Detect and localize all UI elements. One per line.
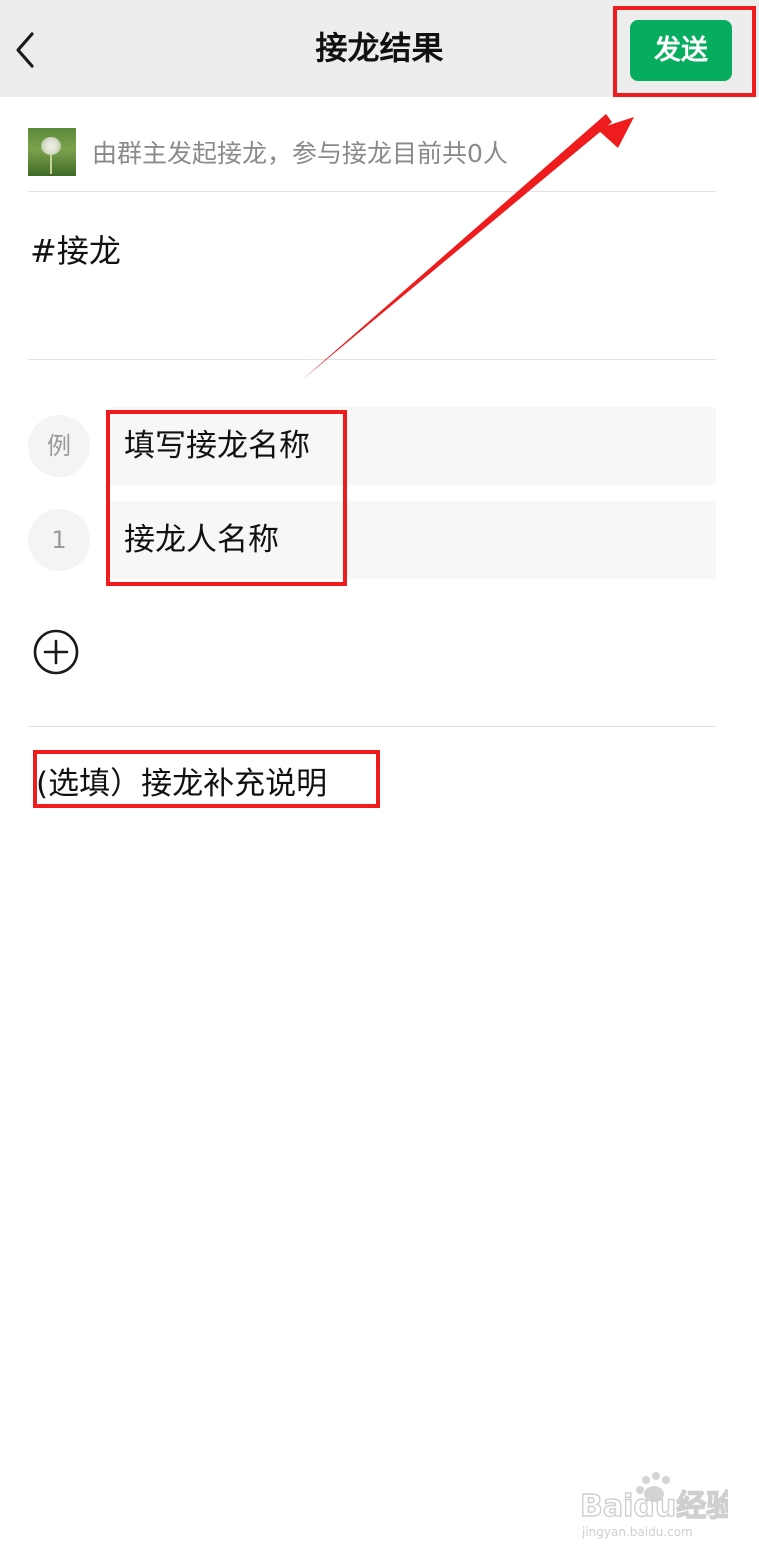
add-entry-button[interactable] <box>32 628 80 676</box>
avatar <box>28 128 76 176</box>
plus-circle-icon <box>33 629 79 675</box>
dandelion-image <box>41 137 61 155</box>
participant-info: 由群主发起接龙，参与接龙目前共0人 <box>92 139 508 168</box>
chevron-left-icon <box>16 32 34 68</box>
participant-name-placeholder: 接龙人名称 <box>124 522 279 558</box>
participant-name-field[interactable]: 接龙人名称 <box>108 501 716 579</box>
entry-number-badge: 1 <box>28 509 90 571</box>
back-button[interactable] <box>6 26 40 74</box>
baidu-watermark: Baidu经验 jingyan.baidu.com <box>579 1472 728 1539</box>
watermark-brand: Baidu经验 <box>580 1489 728 1524</box>
divider <box>28 726 716 727</box>
example-badge: 例 <box>28 415 90 477</box>
divider <box>28 191 716 192</box>
topic-input[interactable]: #接龙 <box>30 226 121 272</box>
send-button[interactable]: 发送 <box>630 20 732 81</box>
divider <box>28 359 716 360</box>
supplement-input[interactable]: (选填）接龙补充说明 <box>36 758 327 803</box>
watermark-url: jingyan.baidu.com <box>581 1525 693 1539</box>
example-name-field[interactable]: 填写接龙名称 <box>108 407 716 485</box>
example-name-placeholder: 填写接龙名称 <box>124 428 310 464</box>
top-bar: 接龙结果 发送 <box>0 0 759 97</box>
